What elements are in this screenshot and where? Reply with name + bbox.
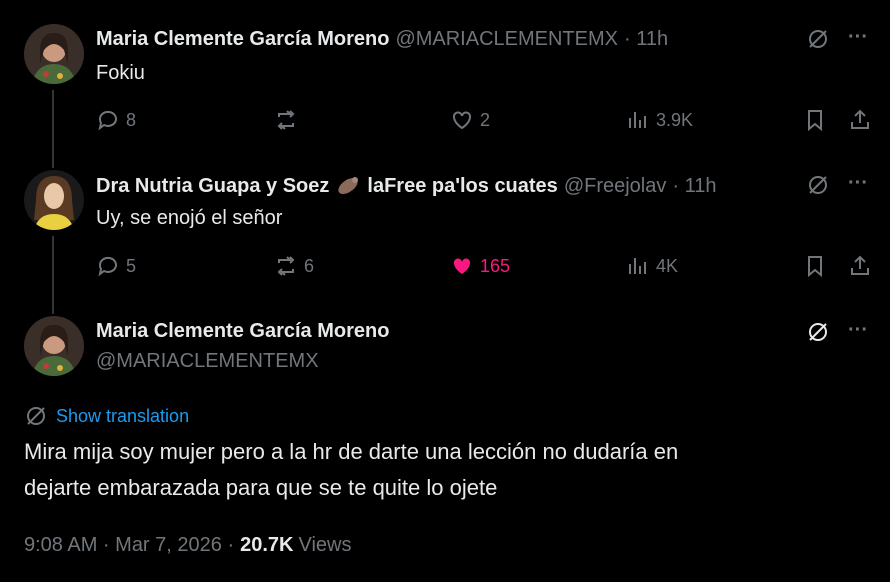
show-translation-label[interactable]: Show translation [56,406,189,427]
share-icon[interactable] [848,108,872,137]
more-icon[interactable]: ··· [848,172,868,195]
like-button[interactable]: 2 [450,108,490,132]
like-count: 165 [480,255,511,276]
post-text-line-1: Mira mija soy mujer pero a la hr de dart… [24,439,679,464]
author-name[interactable]: Maria Clemente García Moreno [96,320,389,343]
share-icon[interactable] [848,254,872,283]
views-label: Views [298,534,352,556]
post-timestamp[interactable]: 9:08 AM · Mar 7, 2026 · [24,534,234,557]
views-button[interactable]: 3.9K [626,108,693,132]
retweet-button[interactable] [274,108,304,132]
author-name[interactable]: Dra Nutria Guapa y Soez [96,175,329,198]
more-icon[interactable]: ··· [848,26,868,49]
avatar[interactable] [24,170,84,230]
bookmark-icon[interactable] [803,108,827,137]
reply-button[interactable]: 5 [96,254,136,278]
post-text: Fokiu [96,62,145,84]
grok-icon[interactable] [806,320,830,349]
reply-button[interactable]: 8 [96,108,136,132]
post-text-line-2: dejarte embarazada para que se te quite … [24,475,498,500]
author-name[interactable]: Maria Clemente García Moreno [96,28,389,51]
reply-count: 5 [126,255,137,276]
retweet-button[interactable]: 6 [274,254,314,278]
author-handle[interactable]: @Freejolav [564,175,667,198]
like-button[interactable]: 165 [450,254,510,278]
reply-count: 8 [126,109,137,130]
avatar[interactable] [24,316,84,376]
show-translation-link[interactable]: Show translation [24,404,189,428]
thread-line [52,236,54,314]
translate-icon [27,407,45,425]
grok-icon[interactable] [806,27,830,56]
views-count: 20.7K [240,534,294,556]
otter-emoji-icon [335,174,361,198]
author-handle[interactable]: @MARIACLEMENTEMX [96,350,319,373]
retweet-count: 6 [304,255,315,276]
thread-line [52,90,54,168]
author-name-suffix[interactable]: laFree pa'los cuates [367,175,557,198]
post-time[interactable]: · 11h [624,28,668,51]
view-count: 3.9K [656,109,694,130]
views-button[interactable]: 4K [626,254,678,278]
post-text: Uy, se enojó el señor [96,207,283,229]
more-icon[interactable]: ··· [848,319,868,342]
grok-icon[interactable] [806,173,830,202]
bookmark-icon[interactable] [803,254,827,283]
like-count: 2 [480,109,491,130]
view-count: 4K [656,255,679,276]
avatar[interactable] [24,24,84,84]
post-time[interactable]: · 11h [672,175,716,198]
author-handle[interactable]: @MARIACLEMENTEMX [395,28,618,51]
